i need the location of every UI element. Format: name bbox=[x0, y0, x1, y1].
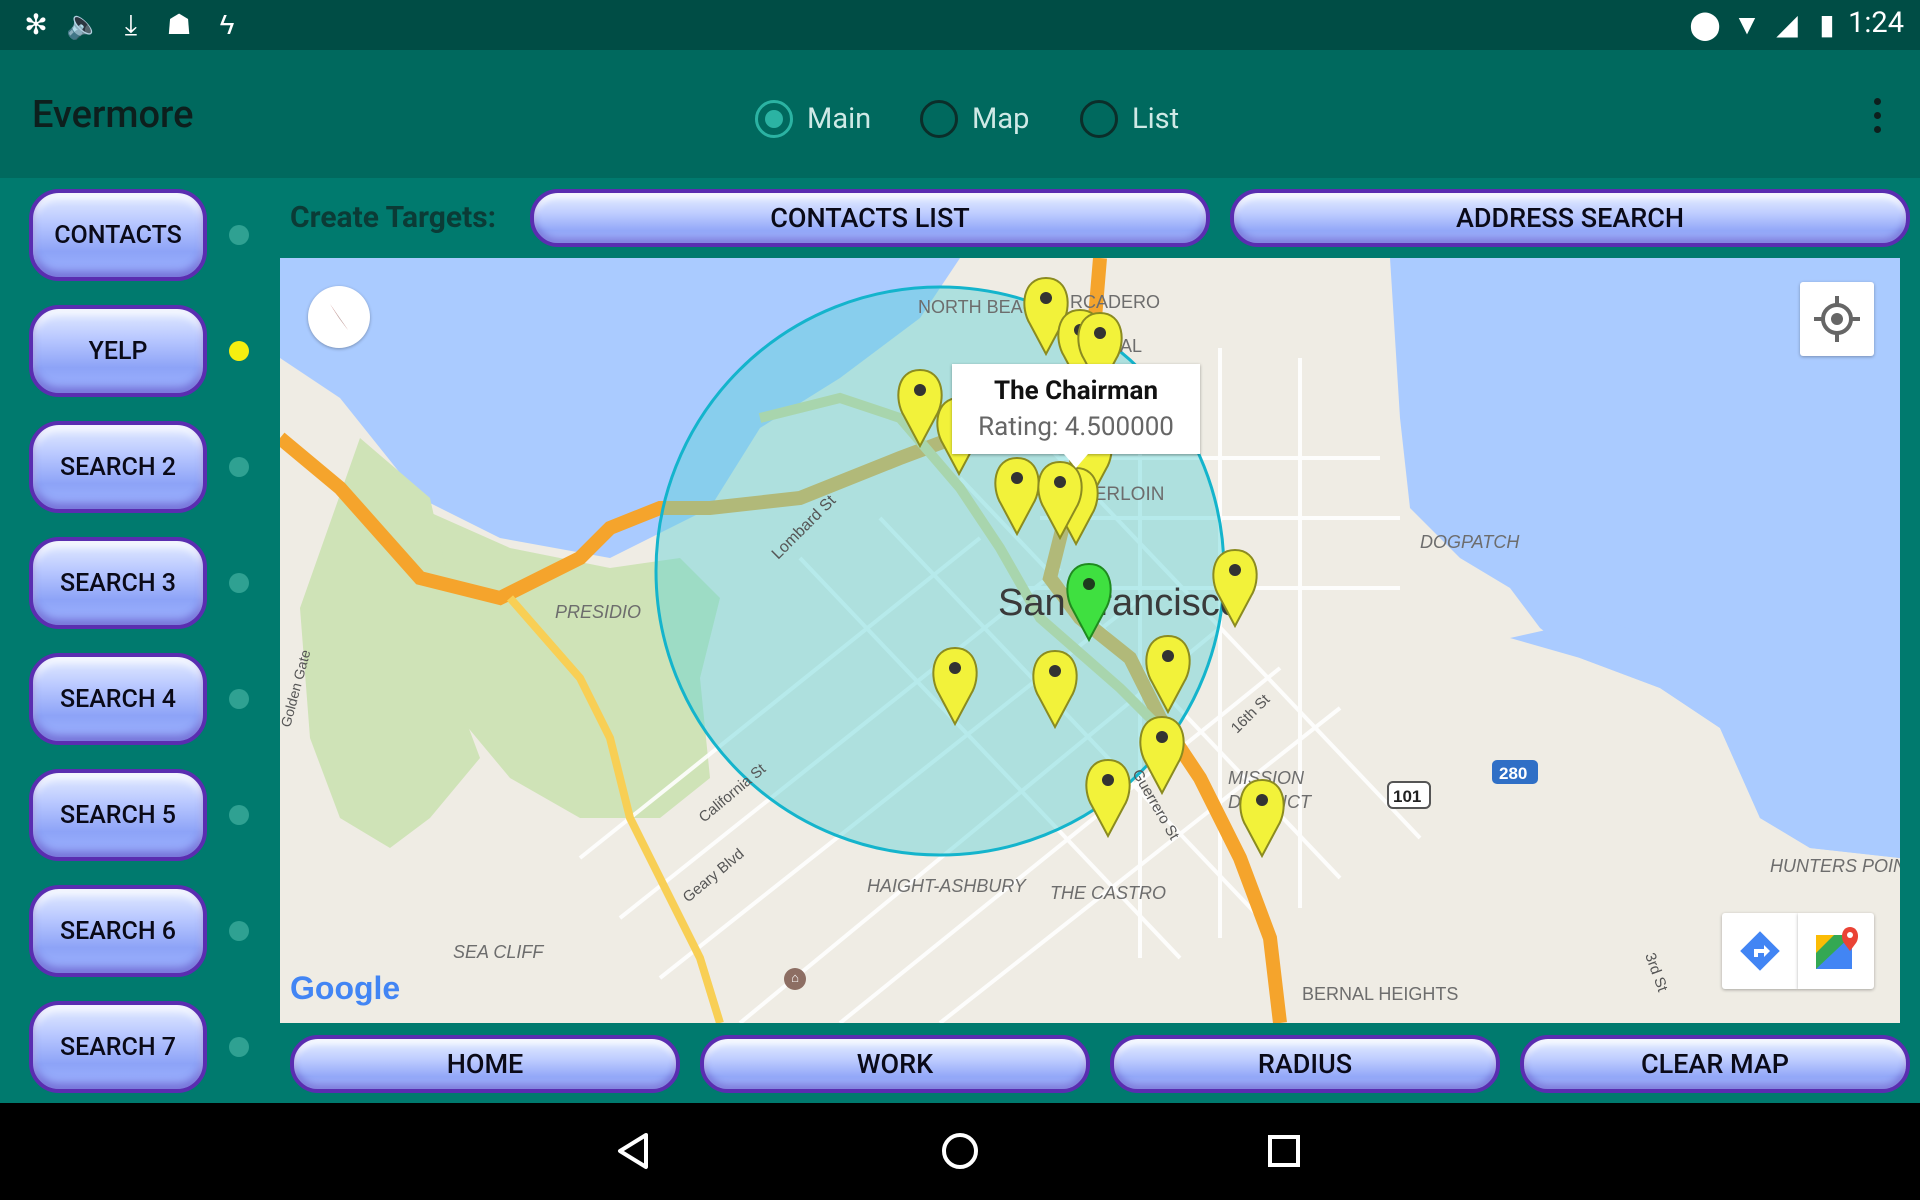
recents-icon[interactable] bbox=[1262, 1129, 1306, 1173]
radio-main-indicator bbox=[755, 100, 793, 138]
back-icon[interactable] bbox=[612, 1129, 656, 1173]
search-2-button[interactable]: SEARCH 2 bbox=[29, 421, 207, 513]
label-bernal: BERNAL HEIGHTS bbox=[1302, 984, 1458, 1004]
yelp-indicator bbox=[229, 341, 249, 361]
contacts-indicator bbox=[229, 225, 249, 245]
label-city: San Francisco bbox=[998, 582, 1241, 624]
radio-list-indicator bbox=[1080, 100, 1118, 138]
search-6-indicator bbox=[229, 921, 249, 941]
battery-icon: ▮ bbox=[1819, 8, 1835, 41]
signal-icon: ◢ bbox=[1776, 8, 1798, 41]
label-dogpatch: DOGPATCH bbox=[1420, 532, 1520, 552]
search-2-indicator bbox=[229, 457, 249, 477]
create-targets-label: Create Targets: bbox=[290, 200, 497, 235]
search-3-button[interactable]: SEARCH 3 bbox=[29, 537, 207, 629]
app-title: Evermore bbox=[32, 93, 194, 137]
label-haight: HAIGHT-ASHBURY bbox=[867, 876, 1028, 896]
label-sea-cliff: SEA CLIFF bbox=[453, 942, 544, 962]
search-7-button[interactable]: SEARCH 7 bbox=[29, 1001, 207, 1093]
download-icon: ⤓ bbox=[124, 8, 138, 41]
radio-list-label: List bbox=[1132, 102, 1180, 136]
radio-map[interactable]: Map bbox=[920, 96, 1029, 142]
radius-button[interactable]: RADIUS bbox=[1110, 1035, 1500, 1093]
radio-map-label: Map bbox=[972, 102, 1030, 136]
search-4-indicator bbox=[229, 689, 249, 709]
directions-icon[interactable] bbox=[1722, 913, 1798, 989]
overflow-menu-icon[interactable] bbox=[1874, 98, 1884, 138]
clock: 1:24 bbox=[1848, 6, 1904, 40]
label-embarcadero: RCADERO bbox=[1070, 292, 1160, 312]
home-button[interactable]: HOME bbox=[290, 1035, 680, 1093]
radio-map-indicator bbox=[920, 100, 958, 138]
location-icon: ⬤ bbox=[1689, 8, 1721, 41]
home-nav-icon[interactable] bbox=[938, 1129, 982, 1173]
work-button[interactable]: WORK bbox=[700, 1035, 1090, 1093]
marker-info-popup[interactable]: The Chairman Rating: 4.500000 bbox=[952, 364, 1200, 468]
my-location-icon[interactable] bbox=[1800, 282, 1874, 356]
search-4-button[interactable]: SEARCH 4 bbox=[29, 653, 207, 745]
radio-main-label: Main bbox=[807, 102, 872, 136]
notification-icon: ✻ bbox=[24, 8, 48, 41]
radio-list[interactable]: List bbox=[1080, 96, 1179, 142]
label-hunters: HUNTERS POINT bbox=[1770, 856, 1900, 876]
search-7-indicator bbox=[229, 1037, 249, 1057]
yelp-button[interactable]: YELP bbox=[29, 305, 207, 397]
label-castro: THE CASTRO bbox=[1050, 883, 1166, 903]
compass-icon[interactable] bbox=[308, 286, 370, 348]
search-3-indicator bbox=[229, 573, 249, 593]
search-6-button[interactable]: SEARCH 6 bbox=[29, 885, 207, 977]
label-us101: 101 bbox=[1393, 787, 1421, 806]
app-bar: Evermore Main Map List bbox=[0, 50, 1920, 178]
address-search-button[interactable]: ADDRESS SEARCH bbox=[1230, 189, 1910, 247]
android-icon: ☗ bbox=[166, 8, 192, 41]
popup-rating: Rating: 4.500000 bbox=[978, 412, 1174, 442]
wifi-icon: ▼ bbox=[1733, 8, 1761, 41]
google-logo: Google bbox=[290, 970, 400, 1006]
clear-map-button[interactable]: CLEAR MAP bbox=[1520, 1035, 1910, 1093]
flash-icon: ϟ bbox=[219, 8, 235, 41]
search-5-button[interactable]: SEARCH 5 bbox=[29, 769, 207, 861]
radio-main[interactable]: Main bbox=[755, 96, 871, 142]
contacts-button[interactable]: CONTACTS bbox=[29, 189, 207, 281]
search-5-indicator bbox=[229, 805, 249, 825]
system-nav-bar bbox=[0, 1103, 1920, 1200]
label-presidio: PRESIDIO bbox=[555, 602, 641, 622]
status-bar: ✻ 🔈 ⤓ ☗ ϟ ⬤ ▼ ◢ ▮ 1:24 bbox=[0, 0, 1920, 50]
popup-title: The Chairman bbox=[993, 376, 1159, 406]
google-maps-icon[interactable] bbox=[1798, 913, 1874, 989]
landmark-icon: ⌂ bbox=[784, 968, 806, 990]
volume-icon: 🔈 bbox=[66, 8, 101, 41]
label-i280: 280 bbox=[1499, 764, 1527, 783]
contacts-list-button[interactable]: CONTACTS LIST bbox=[530, 189, 1210, 247]
